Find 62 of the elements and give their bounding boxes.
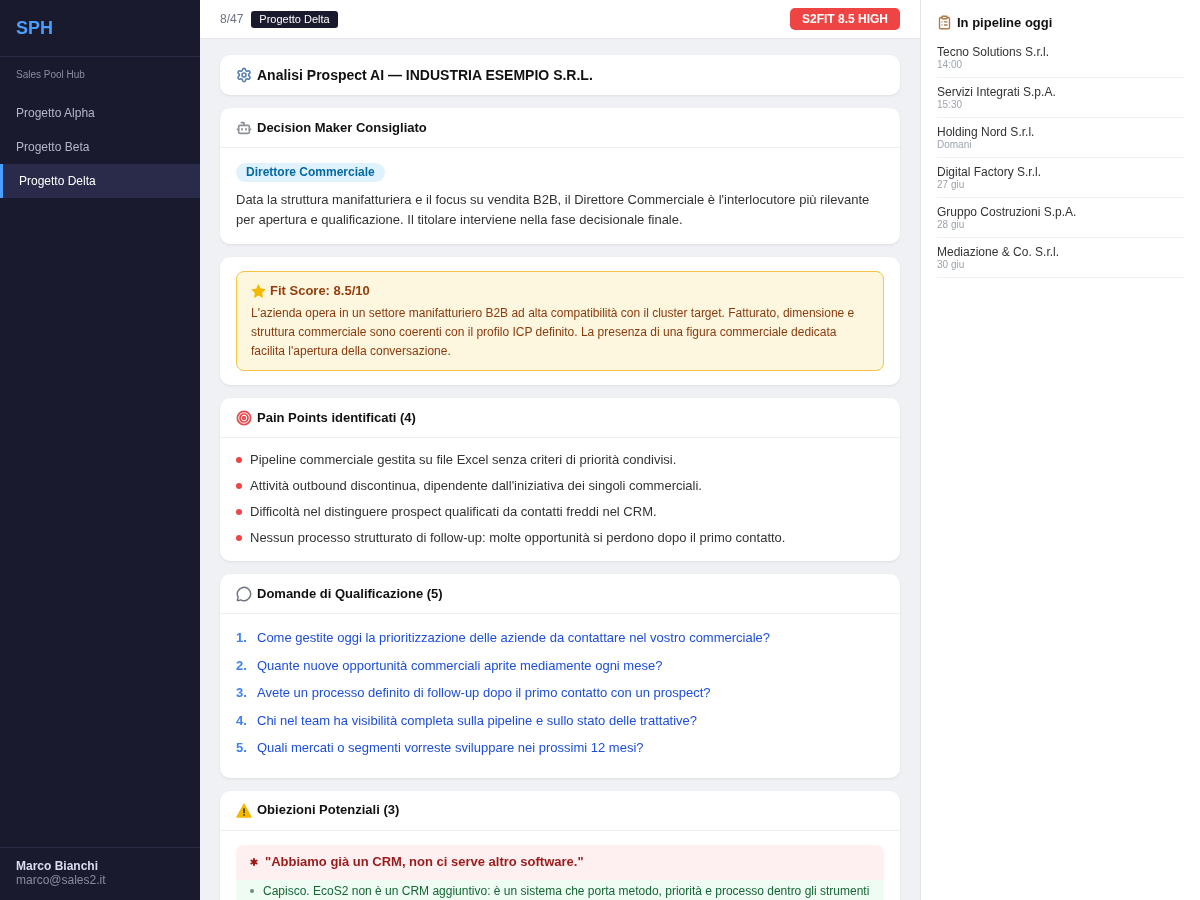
- user-name: Marco Bianchi: [16, 859, 100, 873]
- schedule-time: 30 giu: [937, 258, 966, 271]
- pipeline-item[interactable]: Servizi Integrati S.p.A. 15:30: [937, 77, 1184, 118]
- pain-point-text: Attività outbound discontinua, dipendente dall'iniziativa dei singoli commerciali.: [250, 477, 702, 496]
- record-counter: 8/47: [220, 11, 244, 28]
- schedule-time: 15:30: [937, 98, 964, 111]
- sidebar-item[interactable]: Progetto Delta: [0, 164, 200, 198]
- fit-score-text: L'azienda opera in un settore manifatturiero B2B ad alta compatibilità con il cluster target. Fatturato, dimensione e struttura commerciale sono coerenti con il profilo ICP definito. La presenza di una figura commerciale dedicata facilita l'apertura della conversazione.: [251, 305, 856, 360]
- user-email: marco@sales2.it: [16, 873, 107, 887]
- question-number: 1.: [236, 629, 248, 647]
- pain-point-text: Pipeline commerciale gestita su file Excel senza criteri di priorità condivisi.: [250, 451, 677, 470]
- warning-icon: [236, 802, 252, 818]
- question-number: 3.: [236, 684, 248, 702]
- card-title: Pain Points identificati (4): [257, 408, 416, 427]
- objection-quote: "Abbiamo già un CRM, non ci serve altro software.": [265, 853, 584, 872]
- company-name: Digital Factory S.r.l.: [937, 164, 1043, 179]
- pipeline-item[interactable]: Tecno Solutions S.r.l. 14:00: [937, 37, 1184, 78]
- company-name: Tecno Solutions S.r.l.: [937, 44, 1051, 59]
- gear-icon: [236, 67, 252, 83]
- question-text: Quante nuove opportunità commerciali aprite mediamente ogni mese?: [257, 656, 663, 675]
- fit-score-title: Fit Score: 8.5/10: [270, 283, 370, 299]
- project-tag: Progetto Delta: [251, 10, 338, 28]
- question-text: Chi nel team ha visibilità completa sulla pipeline e sullo stato delle trattative?: [257, 711, 698, 730]
- schedule-time: Domani: [937, 138, 972, 151]
- asterisk-icon: [248, 856, 260, 868]
- question-number: 2.: [236, 656, 248, 675]
- company-name: Gruppo Costruzioni S.p.A.: [937, 204, 1078, 219]
- pipeline-item[interactable]: Digital Factory S.r.l. 27 giu: [937, 157, 1184, 198]
- robot-icon: [236, 119, 252, 136]
- sidebar-item[interactable]: Progetto Beta: [0, 130, 200, 164]
- card-title: Decision Maker Consigliato: [257, 118, 427, 137]
- score-tag: S2FIT 8.5 HIGH: [789, 8, 900, 30]
- page-heading: Analisi Prospect AI — INDUSTRIA ESEMPIO S.R.L.: [257, 65, 593, 85]
- question-number: 5.: [236, 739, 248, 757]
- question-text: Quali mercati o segmenti vorreste sviluppare nei prossimi 12 mesi?: [257, 739, 644, 757]
- clipboard-icon: [937, 15, 952, 31]
- question-number: 4.: [236, 711, 248, 730]
- pipeline-title: In pipeline oggi: [957, 14, 1053, 32]
- pipeline-item[interactable]: Mediazione & Co. S.r.l. 30 giu: [937, 237, 1184, 278]
- pain-point-text: Nessun processo strutturato di follow-up: molte opportunità si perdono dopo il primo contatto.: [250, 529, 786, 548]
- target-icon: [236, 409, 252, 426]
- company-name: Holding Nord S.r.l.: [937, 124, 1036, 139]
- speech-bubble-icon: [236, 585, 252, 602]
- company-name: Mediazione & Co. S.r.l.: [937, 244, 1061, 259]
- card-title: Domande di Qualificazione (5): [257, 584, 443, 603]
- schedule-time: 27 giu: [937, 178, 965, 191]
- question-text: Avete un processo definito di follow-up dopo il primo contatto con un prospect?: [257, 684, 711, 702]
- app-subtitle: Sales Pool Hub: [16, 69, 85, 80]
- pain-point-text: Difficoltà nel distinguere prospect qualificati da contatti freddi nel CRM.: [250, 503, 657, 522]
- role-tag: Direttore Commerciale: [236, 163, 385, 182]
- schedule-time: 14:00: [937, 58, 964, 71]
- rationale-text: Data la struttura manifatturiera e il focus su vendita B2B, il Direttore Commerciale è l'interlocutore più rilevante per apertura e qualificazione. Il titolare interviene nella fase decisionale finale.: [236, 191, 871, 229]
- schedule-time: 28 giu: [937, 218, 965, 231]
- objection-answer: Capisco. EcoS2 non è un CRM aggiuntivo: è un sistema che porta metodo, priorità e processo dentro gli strumenti: [263, 882, 870, 899]
- star-icon: [251, 284, 266, 298]
- question-text: Come gestite oggi la prioritizzazione delle aziende da contattare nel vostro commerciale?: [257, 629, 771, 647]
- sidebar-item[interactable]: Progetto Alpha: [0, 96, 200, 130]
- app-logo: SPH: [16, 16, 53, 40]
- pipeline-item[interactable]: Gruppo Costruzioni S.p.A. 28 giu: [937, 197, 1184, 238]
- company-name: Servizi Integrati S.p.A.: [937, 84, 1057, 99]
- card-title: Obiezioni Potenziali (3): [257, 801, 400, 820]
- pipeline-item[interactable]: Holding Nord S.r.l. Domani: [937, 117, 1184, 158]
